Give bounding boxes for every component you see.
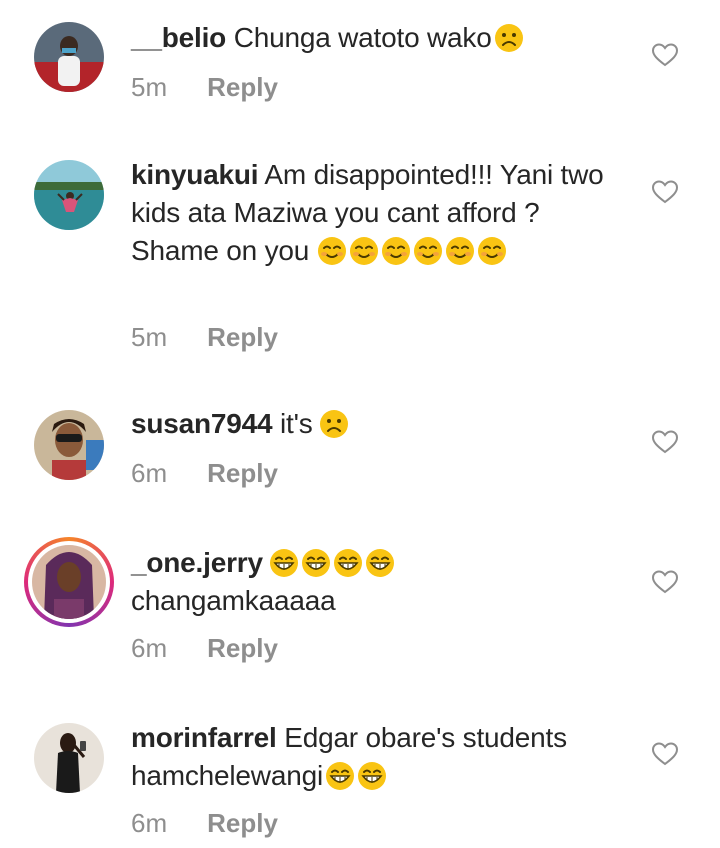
username[interactable]: __belio bbox=[131, 22, 226, 53]
timestamp: 6m bbox=[131, 633, 168, 663]
story-avatar[interactable] bbox=[24, 537, 114, 627]
comment-body: Chunga watoto wako bbox=[233, 22, 492, 53]
smiling-face-emoji-icon bbox=[349, 236, 380, 266]
avatar[interactable] bbox=[34, 723, 104, 793]
comment-item: _one.jerry changamkaaaaa 6m Reply bbox=[0, 520, 720, 695]
comment-item: susan7944 it's 6m Reply bbox=[0, 380, 720, 520]
username[interactable]: kinyuakui bbox=[131, 159, 259, 190]
comment-item: kinyuakui Am disappointed!!! Yani two ki… bbox=[0, 130, 720, 380]
comment-meta: 5m Reply bbox=[131, 72, 278, 103]
username[interactable]: morinfarrel bbox=[131, 722, 277, 753]
avatar[interactable] bbox=[34, 410, 104, 480]
avatar[interactable] bbox=[34, 160, 104, 230]
username[interactable]: _one.jerry bbox=[131, 547, 263, 578]
smiling-face-emoji-icon bbox=[317, 236, 348, 266]
timestamp: 5m bbox=[131, 72, 168, 102]
sad-face-emoji-icon bbox=[318, 409, 349, 439]
comment-text: morinfarrel Edgar obare's students hamch… bbox=[131, 719, 631, 795]
smiling-face-emoji-icon bbox=[477, 236, 508, 266]
username[interactable]: susan7944 bbox=[131, 408, 273, 439]
timestamp: 6m bbox=[131, 458, 168, 488]
grinning-face-emoji-icon bbox=[332, 548, 363, 578]
like-heart-icon[interactable] bbox=[652, 180, 678, 204]
like-heart-icon[interactable] bbox=[652, 43, 678, 67]
comment-text: kinyuakui Am disappointed!!! Yani two ki… bbox=[131, 156, 621, 270]
like-heart-icon[interactable] bbox=[652, 570, 678, 594]
reply-button[interactable]: Reply bbox=[207, 322, 278, 353]
grinning-face-emoji-icon bbox=[364, 548, 395, 578]
timestamp: 6m bbox=[131, 808, 168, 838]
avatar[interactable] bbox=[34, 22, 104, 92]
reply-button[interactable]: Reply bbox=[207, 808, 278, 839]
comment-meta: 6m Reply bbox=[131, 458, 278, 489]
comment-item: morinfarrel Edgar obare's students hamch… bbox=[0, 695, 720, 848]
comment-meta: 6m Reply bbox=[131, 633, 278, 664]
comment-text: susan7944 it's bbox=[131, 405, 631, 443]
sad-face-emoji-icon bbox=[493, 23, 524, 53]
reply-button[interactable]: Reply bbox=[207, 72, 278, 103]
smiling-face-emoji-icon bbox=[413, 236, 444, 266]
like-heart-icon[interactable] bbox=[652, 430, 678, 454]
comment-item: __belio Chunga watoto wako 5m Reply bbox=[0, 0, 720, 130]
smiling-face-emoji-icon bbox=[445, 236, 476, 266]
like-heart-icon[interactable] bbox=[652, 742, 678, 766]
avatar bbox=[32, 545, 106, 619]
grinning-face-emoji-icon bbox=[268, 548, 299, 578]
comment-body: changamkaaaaa bbox=[131, 585, 336, 616]
comment-text: _one.jerry changamkaaaaa bbox=[131, 544, 531, 620]
timestamp: 5m bbox=[131, 322, 168, 352]
reply-button[interactable]: Reply bbox=[207, 633, 278, 664]
grinning-face-emoji-icon bbox=[356, 761, 387, 791]
comment-text: __belio Chunga watoto wako bbox=[131, 19, 631, 57]
comment-meta: 6m Reply bbox=[131, 808, 278, 839]
grinning-face-emoji-icon bbox=[324, 761, 355, 791]
smiling-face-emoji-icon bbox=[381, 236, 412, 266]
comment-body: it's bbox=[280, 408, 313, 439]
reply-button[interactable]: Reply bbox=[207, 458, 278, 489]
comment-meta: 5m Reply bbox=[131, 322, 278, 353]
grinning-face-emoji-icon bbox=[300, 548, 331, 578]
